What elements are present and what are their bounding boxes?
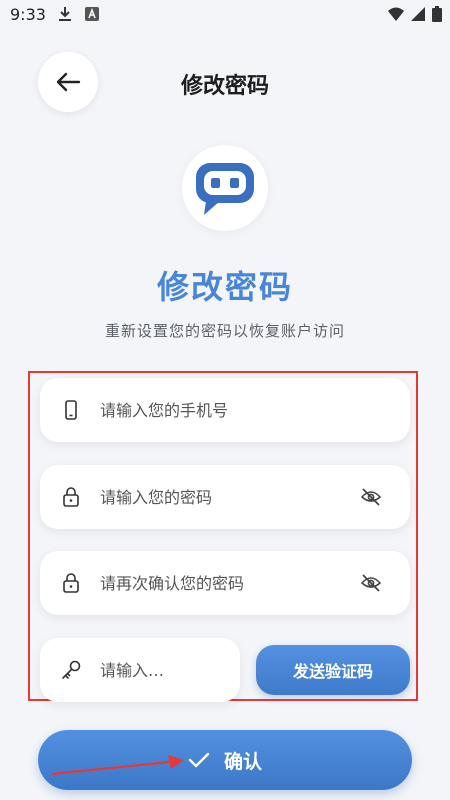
wifi-icon <box>388 7 404 21</box>
confirm-button-label: 确认 <box>223 750 262 773</box>
code-field[interactable] <box>40 638 240 702</box>
send-code-button[interactable]: 发送验证码 <box>256 645 410 695</box>
page-title: 修改密码 <box>180 74 269 99</box>
phone-icon <box>65 400 77 420</box>
chat-bubble-logo-icon <box>196 163 254 215</box>
code-input[interactable] <box>100 656 220 684</box>
hero-title: 修改密码 <box>156 268 293 306</box>
check-icon <box>188 752 210 768</box>
a-icon <box>85 7 99 21</box>
password-input[interactable] <box>100 483 350 511</box>
confirm-password-field[interactable] <box>40 551 410 615</box>
eye-off-icon[interactable] <box>360 573 382 593</box>
hero-subtitle: 重新设置您的密码以恢复账户访问 <box>104 322 345 340</box>
phone-input[interactable] <box>100 396 350 424</box>
download-icon <box>59 7 71 21</box>
status-bar: 9:33 <box>0 0 450 30</box>
annotation-arrow <box>51 755 184 776</box>
phone-field[interactable] <box>40 378 410 442</box>
battery-icon <box>432 6 442 22</box>
confirm-password-input[interactable] <box>100 569 350 597</box>
lock-icon <box>63 573 79 593</box>
password-field[interactable] <box>40 465 410 529</box>
key-icon <box>62 660 81 679</box>
change-password-screen: 9:33 修改密码 修改密码 重新设置您的密码以恢复账户访问 请输入您的手机号 … <box>0 0 450 800</box>
app-logo <box>182 145 268 231</box>
eye-off-icon[interactable] <box>360 487 382 507</box>
status-time: 9:33 <box>10 5 46 24</box>
lock-icon <box>63 487 79 507</box>
signal-icon <box>411 7 425 21</box>
